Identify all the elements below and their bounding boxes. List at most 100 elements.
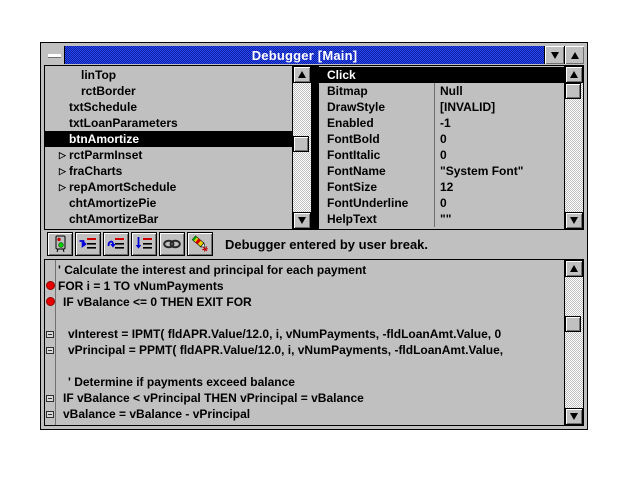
scroll-thumb[interactable] (293, 136, 309, 152)
step-into-button[interactable] (75, 232, 101, 256)
minimize-button[interactable] (544, 46, 564, 64)
scroll-down-button[interactable] (565, 408, 583, 425)
object-list-item[interactable]: ▷rctParmInset (45, 147, 292, 163)
property-row[interactable]: FontUnderline0 (319, 195, 564, 211)
scroll-up-button[interactable] (565, 66, 583, 83)
property-value: 0 (434, 147, 564, 163)
scroll-thumb[interactable] (565, 316, 581, 332)
object-list-item[interactable]: rctBorder (45, 83, 292, 99)
code-line[interactable]: FOR i = 1 TO vNumPayments (45, 278, 564, 294)
object-list-item-label: rctBorder (81, 83, 136, 99)
step-over-button[interactable] (103, 232, 129, 256)
property-row[interactable]: BitmapNull (319, 83, 564, 99)
statement-marker-icon[interactable] (46, 331, 54, 338)
property-name: FontUnderline (319, 195, 434, 211)
property-pane: Click BitmapNullDrawStyle[INVALID]Enable… (318, 65, 584, 230)
property-row[interactable]: FontBold0 (319, 131, 564, 147)
code-line[interactable] (45, 358, 564, 374)
object-list-item[interactable]: linTop (45, 67, 292, 83)
property-value: -1 (434, 115, 564, 131)
object-list-item[interactable]: ▷repAmortSchedule (45, 179, 292, 195)
object-list-item[interactable]: txtLoanParameters (45, 115, 292, 131)
selected-event-row[interactable]: Click (319, 67, 564, 83)
code-line[interactable]: ' Calculate the interest and principal f… (45, 262, 564, 278)
property-row[interactable]: FontItalic0 (319, 147, 564, 163)
property-value: Null (434, 83, 564, 99)
up-arrow-icon (570, 71, 578, 78)
property-row[interactable]: Enabled-1 (319, 115, 564, 131)
status-message: Debugger entered by user break. (225, 237, 428, 252)
code-editor[interactable]: ' Calculate the interest and principal f… (45, 260, 564, 425)
step-over-icon (106, 235, 126, 253)
property-list: Click BitmapNullDrawStyle[INVALID]Enable… (319, 66, 564, 229)
property-row[interactable]: DrawStyle[INVALID] (319, 99, 564, 115)
object-list-item[interactable]: txtSchedule (45, 99, 292, 115)
code-line-text: vInterest = IPMT( fldAPR.Value/12.0, i, … (68, 327, 501, 341)
object-list-item[interactable]: ▷fraCharts (45, 163, 292, 179)
step-out-button[interactable] (131, 232, 157, 256)
property-name: FontSize (319, 179, 434, 195)
code-line[interactable]: ' Determine if payments exceed balance (45, 374, 564, 390)
scroll-track[interactable] (293, 83, 311, 212)
up-arrow-icon (570, 265, 578, 272)
code-line-text: ' Calculate the interest and principal f… (58, 263, 366, 277)
code-line[interactable]: vBalance = vBalance - vPrincipal (45, 406, 564, 422)
object-list-item[interactable]: btnAmortize (45, 131, 292, 147)
object-list: linToprctBordertxtScheduletxtLoanParamet… (45, 66, 292, 229)
object-list-item[interactable]: chtAmortizeBar (45, 211, 292, 227)
system-menu-icon (48, 54, 61, 57)
break-button[interactable] (187, 232, 213, 256)
property-row[interactable]: FontName"System Font" (319, 163, 564, 179)
property-list-scrollbar[interactable] (564, 66, 583, 229)
toolbar: Debugger entered by user break. (44, 230, 584, 258)
property-row[interactable]: HelpText"" (319, 211, 564, 227)
breakpoint-icon[interactable] (46, 281, 55, 290)
maximize-arrow-icon (571, 52, 579, 59)
scroll-up-button[interactable] (293, 66, 311, 83)
maximize-button[interactable] (564, 46, 584, 64)
scroll-thumb[interactable] (565, 83, 581, 99)
property-name: DrawStyle (319, 99, 434, 115)
code-line[interactable]: vPrincipal = PPMT( fldAPR.Value/12.0, i,… (45, 342, 564, 358)
scroll-up-button[interactable] (565, 260, 583, 277)
debugger-window: Debugger [Main] linToprctBordertxtSchedu… (40, 42, 588, 430)
property-name: Enabled (319, 115, 434, 131)
code-line[interactable]: IF vBalance <= 0 THEN EXIT FOR (45, 294, 564, 310)
scroll-track[interactable] (565, 83, 583, 212)
step-down-icon (134, 235, 154, 253)
up-arrow-icon (298, 71, 306, 78)
property-row[interactable]: FontSize12 (319, 179, 564, 195)
code-pane: ' Calculate the interest and principal f… (44, 259, 584, 426)
break-pencil-icon (190, 235, 210, 253)
step-into-icon (78, 235, 98, 253)
object-list-item-label: chtAmortizePie (69, 195, 156, 211)
code-line[interactable]: vInterest = IPMT( fldAPR.Value/12.0, i, … (45, 326, 564, 342)
code-scrollbar[interactable] (564, 260, 583, 425)
statement-marker-icon[interactable] (46, 395, 54, 402)
object-list-item[interactable]: chtAmortizePie (45, 195, 292, 211)
object-list-scrollbar[interactable] (292, 66, 311, 229)
object-list-item-label: txtLoanParameters (69, 115, 178, 131)
scroll-down-button[interactable] (565, 212, 583, 229)
code-line[interactable]: IF vBalance < vPrincipal THEN vPrincipal… (45, 390, 564, 406)
breakpoint-icon[interactable] (46, 297, 55, 306)
code-line-text: vPrincipal = PPMT( fldAPR.Value/12.0, i,… (68, 343, 503, 357)
run-button[interactable] (47, 232, 73, 256)
expander-triangle-icon[interactable]: ▷ (59, 163, 69, 179)
property-name: FontName (319, 163, 434, 179)
window-title: Debugger [Main] (252, 48, 358, 63)
code-line-text: vBalance = vBalance - vPrincipal (63, 407, 250, 421)
statement-marker-icon[interactable] (46, 347, 54, 354)
scroll-track[interactable] (565, 277, 583, 408)
links-button[interactable] (159, 232, 185, 256)
scroll-down-button[interactable] (293, 212, 311, 229)
system-menu-button[interactable] (44, 46, 65, 64)
property-value: 12 (434, 179, 564, 195)
expander-triangle-icon[interactable]: ▷ (59, 179, 69, 195)
statement-marker-icon[interactable] (46, 411, 54, 418)
expander-triangle-icon[interactable]: ▷ (59, 147, 69, 163)
code-line[interactable] (45, 310, 564, 326)
property-name: Bitmap (319, 83, 434, 99)
object-list-item-label: txtSchedule (69, 99, 137, 115)
traffic-light-icon (50, 235, 70, 253)
